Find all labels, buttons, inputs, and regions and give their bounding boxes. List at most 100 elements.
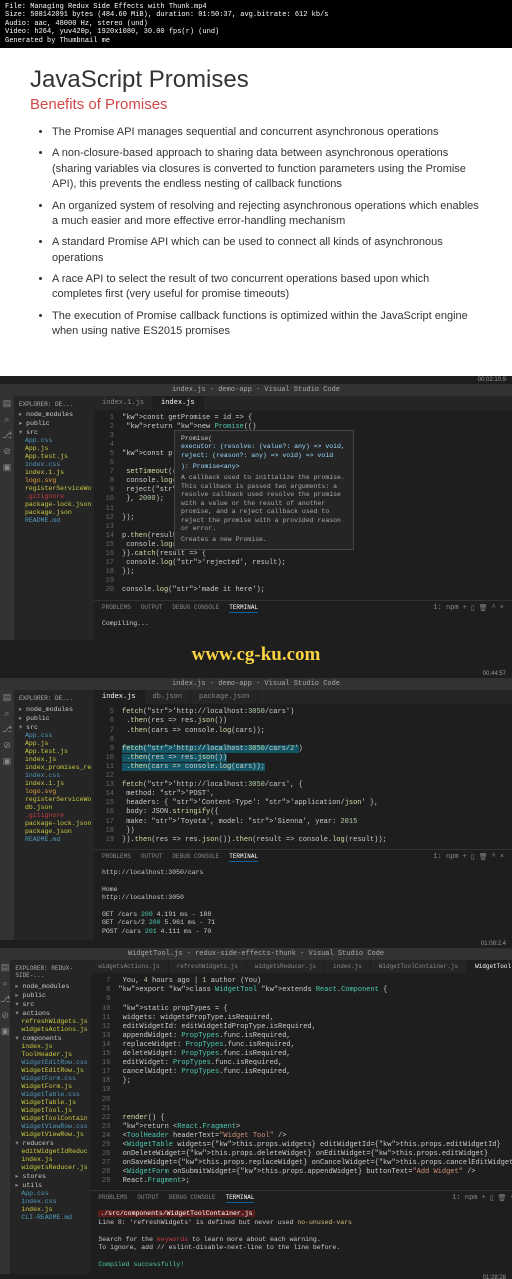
tree-item[interactable]: registerServiceWorker.js <box>17 485 91 493</box>
tree-item[interactable]: node_modules <box>13 981 87 990</box>
debug-console-tab[interactable]: DEBUG CONSOLE <box>169 1194 216 1203</box>
tree-item[interactable]: WidgetForm.css <box>13 1074 87 1082</box>
terminal-tab[interactable]: TERMINAL <box>229 604 258 613</box>
terminal-tab[interactable]: TERMINAL <box>226 1194 255 1203</box>
tab[interactable]: index.1.js <box>94 396 153 410</box>
debug-icon[interactable]: ⊘ <box>1 1011 9 1021</box>
maximize-icon[interactable]: ^ <box>492 853 496 862</box>
tree-item[interactable]: src <box>13 999 87 1008</box>
trash-icon[interactable]: 🗑 <box>498 1194 507 1203</box>
tree-item[interactable]: node_modules <box>17 704 91 713</box>
tree-item[interactable]: package-lock.json <box>17 501 91 509</box>
tab-active[interactable]: WidgetTool.js <box>467 960 512 973</box>
search-icon[interactable]: ⌕ <box>3 979 8 989</box>
tree-item[interactable]: index.js <box>13 1042 87 1050</box>
tree-item[interactable]: actions <box>13 1008 87 1017</box>
tree-item[interactable]: utils <box>13 1180 87 1189</box>
tree-item[interactable]: logo.svg <box>17 787 91 795</box>
close-icon[interactable]: × <box>500 853 504 862</box>
tab-active[interactable]: index.js <box>94 690 145 704</box>
tree-item[interactable]: index.1.js <box>17 469 91 477</box>
tree-item[interactable]: README.md <box>17 835 91 843</box>
plus-icon[interactable]: + <box>482 1194 486 1203</box>
tree-item[interactable]: App.test.js <box>17 747 91 755</box>
problems-tab[interactable]: PROBLEMS <box>102 853 131 862</box>
tree-item[interactable]: CLI-README.md <box>13 1213 87 1221</box>
tree-item[interactable]: index.css <box>17 771 91 779</box>
debug-console-tab[interactable]: DEBUG CONSOLE <box>172 853 219 862</box>
trash-icon[interactable]: 🗑 <box>479 853 488 862</box>
tree-item[interactable]: WidgetEditRow.css <box>13 1058 87 1066</box>
files-icon[interactable]: ▤ <box>3 693 12 703</box>
tree-item[interactable]: registerServiceWorker.js <box>17 795 91 803</box>
tree-item[interactable]: WidgetTool.js <box>13 1106 87 1114</box>
tree-item[interactable]: package.json <box>17 509 91 517</box>
tree-item[interactable]: index.js <box>13 1205 87 1213</box>
debug-icon[interactable]: ⊘ <box>3 741 11 751</box>
tree-item[interactable]: public <box>17 419 91 428</box>
tree-item[interactable]: App.js <box>17 739 91 747</box>
tree-item[interactable]: db.json <box>17 803 91 811</box>
git-icon[interactable]: ⎇ <box>2 725 12 735</box>
tree-item[interactable]: index.1.js <box>17 779 91 787</box>
tree-item[interactable]: WidgetViewRow.css <box>13 1122 87 1130</box>
tree-item[interactable]: src <box>17 722 91 731</box>
tree-item[interactable]: index.js <box>13 1155 87 1163</box>
tree-item[interactable]: WidgetForm.js <box>13 1082 87 1090</box>
problems-tab[interactable]: PROBLEMS <box>102 604 131 613</box>
tree-item[interactable]: WidgetTable.css <box>13 1090 87 1098</box>
tree-item[interactable]: public <box>13 990 87 999</box>
tree-item[interactable]: index.css <box>17 461 91 469</box>
tree-item[interactable]: editWidgetIdReducer.js <box>13 1147 87 1155</box>
tree-item[interactable]: widgetsReducer.js <box>13 1163 87 1171</box>
plus-icon[interactable]: + <box>463 853 467 862</box>
tree-item[interactable]: WidgetToolContainer.js <box>13 1114 87 1122</box>
term-selector[interactable]: 1: npm <box>452 1194 477 1203</box>
output-tab[interactable]: OUTPUT <box>141 853 163 862</box>
extensions-icon[interactable]: ▣ <box>1 1027 10 1037</box>
tree-item[interactable]: App.css <box>17 731 91 739</box>
output-tab[interactable]: OUTPUT <box>141 604 163 613</box>
tree-item[interactable]: index.css <box>13 1197 87 1205</box>
code-editor[interactable]: 5fetch("str">'http://localhost:3050/cars… <box>94 704 512 848</box>
tab[interactable]: index.js <box>325 960 371 973</box>
tree-item[interactable]: package.json <box>17 827 91 835</box>
git-icon[interactable]: ⎇ <box>0 995 10 1005</box>
term-selector[interactable]: 1: npm <box>433 604 458 613</box>
git-icon[interactable]: ⎇ <box>2 431 12 441</box>
tab-active[interactable]: index.js <box>153 396 204 410</box>
terminal-tab[interactable]: TERMINAL <box>229 853 258 862</box>
tree-item[interactable]: README.md <box>17 517 91 525</box>
tree-item[interactable]: App.css <box>17 437 91 445</box>
files-icon[interactable]: ▤ <box>3 399 12 409</box>
tree-item[interactable]: App.js <box>17 445 91 453</box>
split-icon[interactable]: ▯ <box>490 1194 494 1203</box>
trash-icon[interactable]: 🗑 <box>479 604 488 613</box>
code-editor[interactable]: 1"kw">const getPromise = id => {2 "kw">r… <box>94 410 512 600</box>
search-icon[interactable]: ⌕ <box>4 709 9 719</box>
output-tab[interactable]: OUTPUT <box>137 1194 159 1203</box>
tab[interactable]: widgetsActions.js <box>90 960 168 973</box>
tree-item[interactable]: App.css <box>13 1189 87 1197</box>
tree-item[interactable]: node_modules <box>17 410 91 419</box>
tree-item[interactable]: index_promises_review.js <box>17 763 91 771</box>
problems-tab[interactable]: PROBLEMS <box>98 1194 127 1203</box>
tree-item[interactable]: widgetsActions.js <box>13 1025 87 1033</box>
tree-item[interactable]: ToolHeader.js <box>13 1050 87 1058</box>
tree-item[interactable]: index.js <box>17 755 91 763</box>
terminal-output[interactable]: Compiling... <box>94 616 512 641</box>
tree-item[interactable]: logo.svg <box>17 477 91 485</box>
tree-item[interactable]: reducers <box>13 1138 87 1147</box>
tree-item[interactable]: src <box>17 428 91 437</box>
tree-item[interactable]: refreshWidgets.js <box>13 1017 87 1025</box>
tab[interactable]: package.json <box>191 690 258 704</box>
search-icon[interactable]: ⌕ <box>4 415 9 425</box>
tree-item[interactable]: WidgetViewRow.js <box>13 1130 87 1138</box>
tab[interactable]: WidgetToolContainer.js <box>371 960 467 973</box>
tree-item[interactable]: public <box>17 713 91 722</box>
terminal-output[interactable]: http://localhost:3050/cars Homehttp://lo… <box>94 865 512 941</box>
close-icon[interactable]: × <box>500 604 504 613</box>
debug-console-tab[interactable]: DEBUG CONSOLE <box>172 604 219 613</box>
code-editor[interactable]: 7 You, 4 hours ago | 1 author (You)8"kw"… <box>90 973 512 1190</box>
tab[interactable]: db.json <box>145 690 191 704</box>
